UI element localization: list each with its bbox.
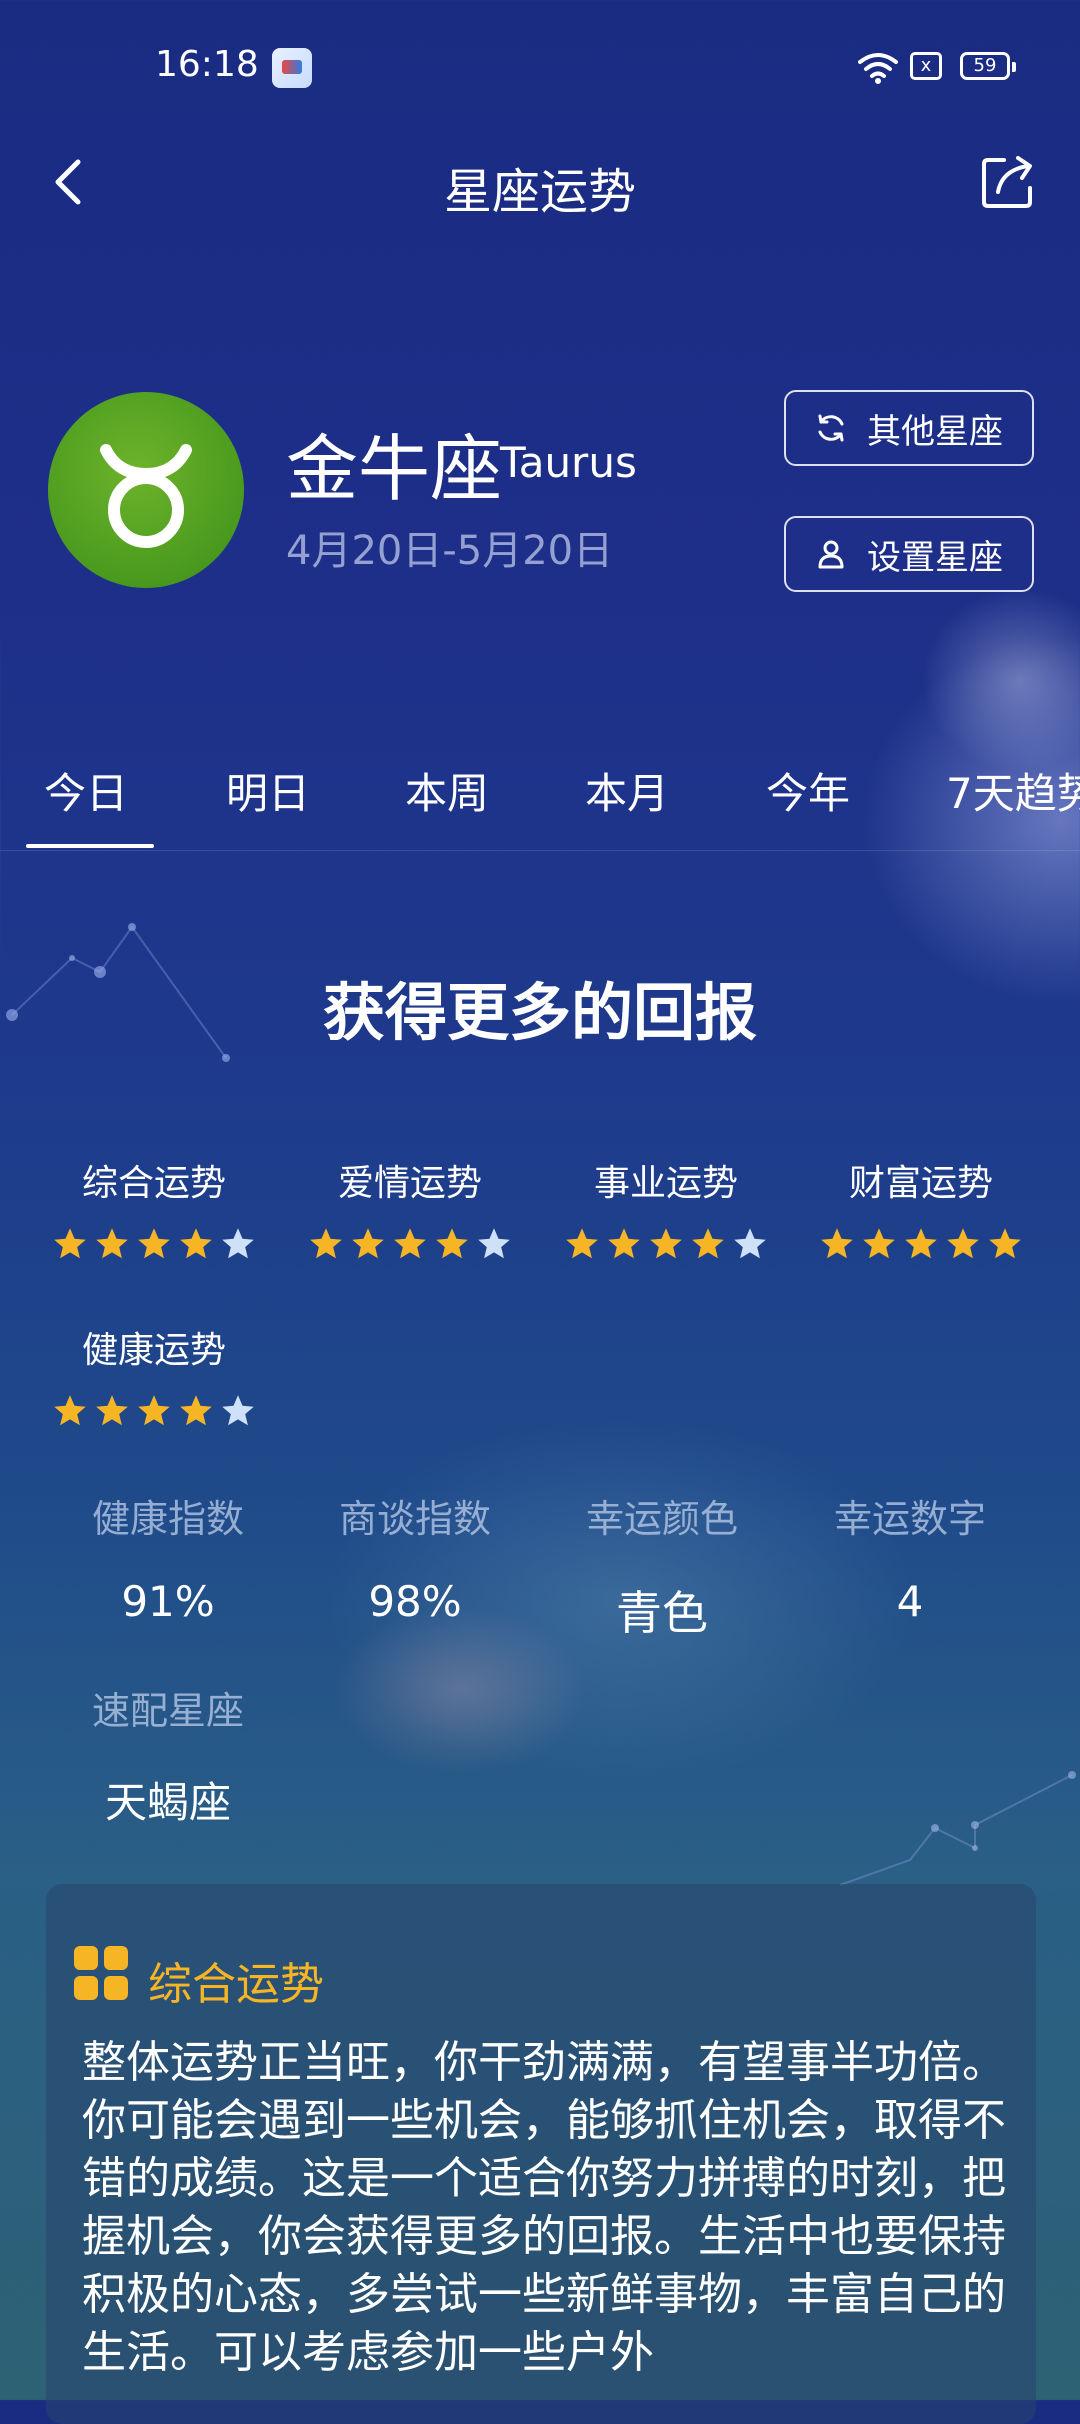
page-title: 星座运势 [443, 164, 636, 220]
star-filled-icon [821, 1228, 853, 1259]
star-filled-icon [180, 1228, 212, 1259]
tab-tomorrow[interactable]: 明日 [226, 760, 310, 821]
lucky-number: 幸运数字 4 [800, 1488, 1020, 1626]
fortune-label: 爱情运势 [337, 1163, 482, 1204]
card-body-text: 整体运势正当旺，你干劲满满，有望事半功倍。你可能会遇到一些机会，能够抓住机会，取… [82, 2037, 1006, 2378]
index-value: 98% [368, 1577, 462, 1626]
fortune-wealth: 财富运势 [816, 1154, 1026, 1262]
card-title: 综合运势 [148, 1959, 324, 2010]
star-filled-icon [989, 1228, 1021, 1259]
tab-7-day-trend[interactable]: 7天趋势 [946, 760, 1080, 821]
health-index: 健康指数 91% [58, 1488, 278, 1626]
fortune-headline: 获得更多的回报 [322, 976, 757, 1049]
fortune-label: 事业运势 [593, 1163, 738, 1204]
index-label: 速配星座 [91, 1689, 244, 1733]
index-value: 4 [896, 1577, 924, 1626]
battery-icon: 59 [960, 52, 1016, 80]
index-label: 商谈指数 [338, 1497, 491, 1541]
tab-this-week[interactable]: 本周 [405, 760, 489, 821]
set-zodiac-button[interactable]: 设置星座 [784, 516, 1034, 592]
star-rating [49, 1393, 259, 1429]
active-tab-indicator [26, 844, 154, 848]
star-filled-icon [180, 1395, 212, 1426]
tab-this-year[interactable]: 今年 [766, 760, 850, 821]
star-filled-icon [310, 1228, 342, 1259]
star-filled-icon [608, 1228, 640, 1259]
star-rating [305, 1226, 515, 1262]
star-filled-icon [650, 1228, 682, 1259]
star-rating [561, 1226, 771, 1262]
fortune-career: 事业运势 [561, 1154, 771, 1262]
index-value: 天蝎座 [104, 1778, 231, 1827]
star-empty-icon [478, 1228, 510, 1259]
zodiac-name: 金牛座 [286, 427, 503, 511]
star-filled-icon [394, 1228, 426, 1259]
fortune-health: 健康运势 [49, 1321, 259, 1429]
star-rating [816, 1226, 1026, 1262]
fortune-label: 财富运势 [848, 1163, 993, 1204]
star-filled-icon [947, 1228, 979, 1259]
person-icon [818, 540, 844, 569]
star-filled-icon [352, 1228, 384, 1259]
star-rating [49, 1226, 259, 1262]
period-tabs: 今日 明日 本周 本月 今年 7天趋势 [0, 760, 1080, 850]
star-filled-icon [96, 1395, 128, 1426]
star-filled-icon [566, 1228, 598, 1259]
star-filled-icon [96, 1228, 128, 1259]
fortune-label: 综合运势 [81, 1163, 226, 1204]
star-filled-icon [863, 1228, 895, 1259]
star-filled-icon [54, 1395, 86, 1426]
lucky-color: 幸运颜色 青色 [552, 1488, 772, 1643]
star-filled-icon [436, 1228, 468, 1259]
share-icon[interactable] [978, 152, 1038, 212]
star-empty-icon [222, 1228, 254, 1259]
index-label: 健康指数 [91, 1497, 244, 1541]
star-empty-icon [222, 1395, 254, 1426]
tab-this-month[interactable]: 本月 [585, 760, 669, 821]
star-filled-icon [138, 1228, 170, 1259]
fortune-label: 健康运势 [81, 1330, 226, 1371]
grid-icon [74, 1946, 128, 2000]
app-notification-icon [272, 48, 312, 88]
refresh-icon [818, 414, 844, 442]
star-filled-icon [692, 1228, 724, 1259]
wifi-icon [858, 53, 898, 84]
match-zodiac: 速配星座 天蝎座 [58, 1680, 278, 1830]
fortune-overall: 综合运势 [49, 1154, 259, 1262]
status-time: 16:18 [155, 44, 259, 85]
index-label: 幸运颜色 [585, 1497, 738, 1541]
set-zodiac-label: 设置星座 [867, 537, 1003, 578]
other-zodiac-button[interactable]: 其他星座 [784, 390, 1034, 466]
top-nav: 星座运势 [0, 140, 1080, 220]
star-filled-icon [54, 1228, 86, 1259]
negotiation-index: 商谈指数 98% [305, 1488, 525, 1626]
zodiac-date-range: 4月20日-5月20日 [286, 528, 614, 574]
star-filled-icon [905, 1228, 937, 1259]
fortune-love: 爱情运势 [305, 1154, 515, 1262]
index-value: 91% [121, 1577, 215, 1626]
taurus-symbol-icon [100, 444, 192, 548]
zodiac-english-name: Taurus [500, 438, 637, 487]
sim-status-icon: x [910, 52, 942, 80]
tabs-divider [0, 850, 1080, 851]
overall-fortune-card: 综合运势 整体运势正当旺，你干劲满满，有望事半功倍。你可能会遇到一些机会，能够抓… [46, 1884, 1036, 2424]
index-value: 青色 [616, 1586, 708, 1640]
index-label: 幸运数字 [833, 1497, 986, 1541]
other-zodiac-label: 其他星座 [867, 411, 1003, 452]
status-bar: 16:18 x 59 [0, 0, 1080, 120]
tab-today[interactable]: 今日 [44, 760, 128, 821]
star-filled-icon [138, 1395, 170, 1426]
zodiac-avatar [48, 392, 244, 588]
star-empty-icon [734, 1228, 766, 1259]
